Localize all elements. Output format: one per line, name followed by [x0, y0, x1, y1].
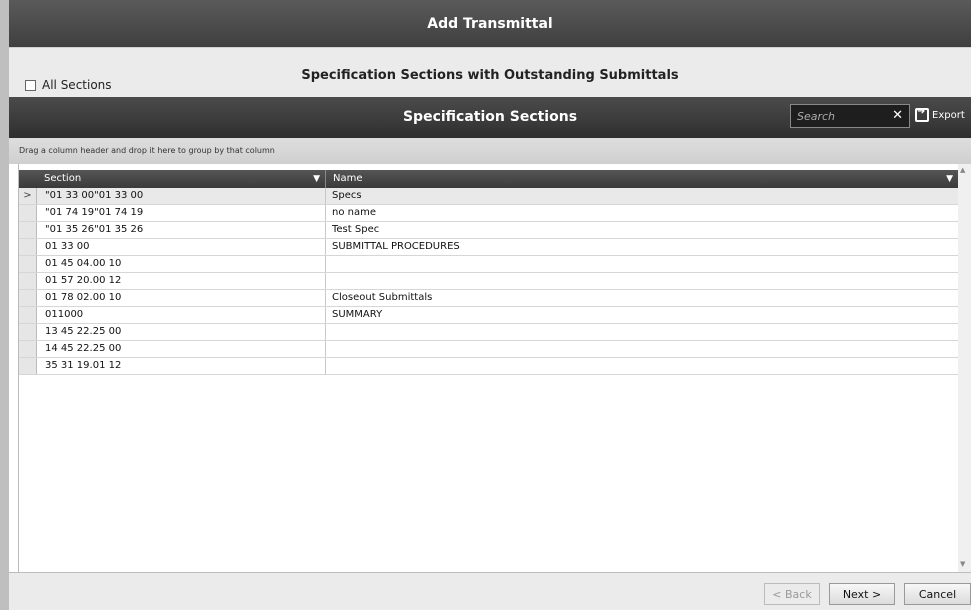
row-indicator [19, 273, 37, 289]
section-cell[interactable]: 13 45 22.25 00 [37, 324, 326, 340]
name-cell[interactable] [326, 273, 958, 289]
section-cell[interactable]: 011000 [37, 307, 326, 323]
name-cell[interactable]: SUBMITTAL PROCEDURES [326, 239, 958, 255]
back-button[interactable]: < Back [764, 583, 820, 605]
row-indicator [19, 222, 37, 238]
scroll-down-icon[interactable]: ▼ [960, 560, 965, 568]
name-cell[interactable]: Closeout Submittals [326, 290, 958, 306]
group-hint: Drag a column header and drop it here to… [19, 146, 275, 155]
column-header-name[interactable]: Name ▼ [326, 170, 958, 188]
name-cell[interactable]: SUMMARY [326, 307, 958, 323]
export-icon [915, 106, 929, 122]
name-cell[interactable] [326, 324, 958, 340]
table-row[interactable]: 01 57 20.00 12 [19, 273, 959, 290]
table-row[interactable]: 01 33 00 SUBMITTAL PROCEDURES [19, 239, 959, 256]
section-cell[interactable]: 01 57 20.00 12 [37, 273, 326, 289]
export-label: Export [932, 109, 965, 121]
cancel-button[interactable]: Cancel [904, 583, 971, 605]
export-button[interactable]: Export [915, 106, 965, 122]
search-box: ✕ [790, 104, 910, 128]
next-button[interactable]: Next > [829, 583, 895, 605]
table-row[interactable]: 01 45 04.00 10 [19, 256, 959, 273]
name-cell[interactable]: Specs [326, 188, 958, 204]
name-cell[interactable]: Test Spec [326, 222, 958, 238]
row-indicator [19, 324, 37, 340]
grid-toolbar: Specification Sections ✕ Export [9, 97, 971, 138]
table-row[interactable]: 14 45 22.25 00 [19, 341, 959, 358]
grid-header: Section ▼ Name ▼ [19, 170, 959, 188]
scroll-up-icon[interactable]: ▲ [960, 166, 965, 174]
column-header-section-label: Section [44, 173, 82, 184]
sections-grid: Section ▼ Name ▼ > "01 33 00"01 33 00 Sp… [18, 164, 959, 572]
dialog-footer: < Back Next > Cancel [9, 572, 971, 610]
row-indicator [19, 239, 37, 255]
section-cell[interactable]: 35 31 19.01 12 [37, 358, 326, 374]
table-row[interactable]: "01 74 19"01 74 19 no name [19, 205, 959, 222]
section-cell[interactable]: 01 45 04.00 10 [37, 256, 326, 272]
filter-icon[interactable]: ▼ [313, 170, 320, 188]
filter-header: All Sections Specification Sections with… [9, 47, 971, 98]
row-indicator [19, 205, 37, 221]
section-cell[interactable]: 01 78 02.00 10 [37, 290, 326, 306]
section-cell[interactable]: 14 45 22.25 00 [37, 341, 326, 357]
row-indicator [19, 341, 37, 357]
table-row[interactable]: "01 35 26"01 35 26 Test Spec [19, 222, 959, 239]
name-cell[interactable] [326, 358, 958, 374]
outstanding-submittals-title: Specification Sections with Outstanding … [301, 68, 679, 83]
row-indicator [19, 307, 37, 323]
close-icon[interactable]: ✕ [892, 108, 903, 124]
header-indicator-cell [19, 170, 37, 188]
group-by-panel[interactable]: Drag a column header and drop it here to… [9, 138, 971, 164]
search-input[interactable] [791, 105, 886, 127]
table-row[interactable]: 011000 SUMMARY [19, 307, 959, 324]
name-cell[interactable]: no name [326, 205, 958, 221]
section-cell[interactable]: "01 35 26"01 35 26 [37, 222, 326, 238]
section-cell[interactable]: "01 74 19"01 74 19 [37, 205, 326, 221]
table-row[interactable]: 35 31 19.01 12 [19, 358, 959, 375]
row-indicator [19, 358, 37, 374]
window-frame [0, 0, 9, 610]
section-cell[interactable]: 01 33 00 [37, 239, 326, 255]
name-cell[interactable] [326, 341, 958, 357]
dialog-title-bar: Add Transmittal [9, 0, 971, 47]
column-header-section[interactable]: Section ▼ [37, 170, 326, 188]
row-indicator [19, 290, 37, 306]
table-row[interactable]: 01 78 02.00 10 Closeout Submittals [19, 290, 959, 307]
section-cell[interactable]: "01 33 00"01 33 00 [37, 188, 326, 204]
row-indicator-icon: > [19, 188, 37, 204]
row-indicator [19, 256, 37, 272]
grid-rows: > "01 33 00"01 33 00 Specs "01 74 19"01 … [19, 188, 959, 375]
column-header-name-label: Name [333, 173, 363, 184]
name-cell[interactable] [326, 256, 958, 272]
dialog-title: Add Transmittal [427, 15, 553, 32]
table-row[interactable]: 13 45 22.25 00 [19, 324, 959, 341]
vertical-scrollbar[interactable]: ▲ ▼ [958, 164, 971, 572]
table-row[interactable]: > "01 33 00"01 33 00 Specs [19, 188, 959, 205]
filter-icon[interactable]: ▼ [946, 170, 953, 188]
